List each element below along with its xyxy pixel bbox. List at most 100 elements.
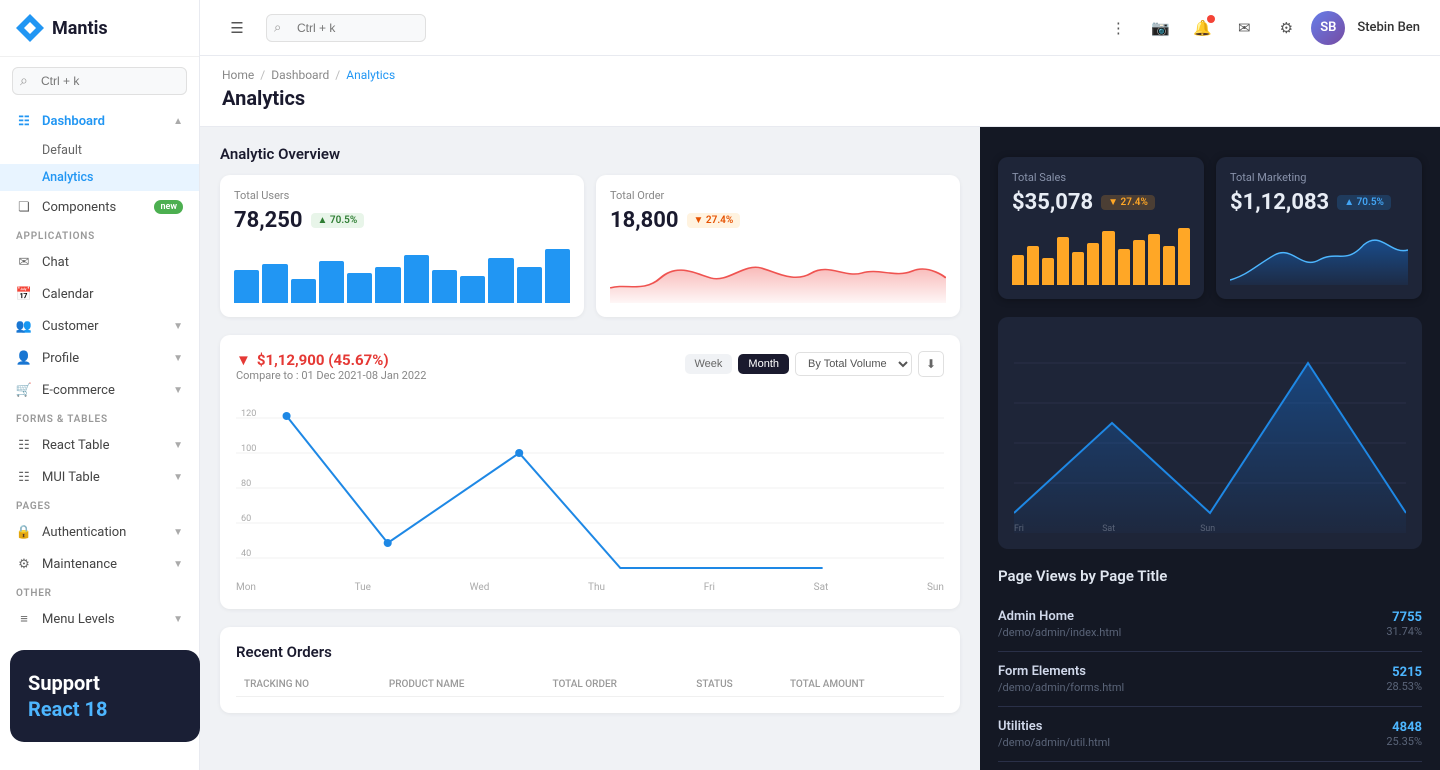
stat-cards-light: Total Users 78,250 ▲ 70.5% — [220, 175, 960, 317]
sidebar-item-customer-left: 👥 Customer — [16, 318, 99, 334]
x-label-wed: Wed — [470, 582, 490, 593]
auth-chevron: ▼ — [173, 527, 183, 538]
sidebar-search-wrap — [0, 57, 199, 105]
maintenance-icon: ⚙ — [16, 556, 32, 572]
sidebar-item-dashboard-left: ☷ Dashboard — [16, 113, 105, 129]
logo-icon — [16, 14, 44, 42]
profile-icon: 👤 — [16, 350, 32, 366]
pv-left-form-elements: Form Elements /demo/admin/forms.html — [998, 664, 1386, 694]
marketing-value: $1,12,083 — [1230, 190, 1329, 215]
bar6 — [375, 267, 400, 303]
mui-table-label: MUI Table — [42, 470, 100, 485]
panels-container: Analytic Overview Total Users 78,250 ▲ 7… — [200, 127, 1440, 770]
sidebar-sub-default[interactable]: Default — [0, 137, 199, 164]
stat-card-users: Total Users 78,250 ▲ 70.5% — [220, 175, 584, 317]
topbar-search-input[interactable] — [266, 14, 426, 42]
volume-select[interactable]: By Total Volume — [795, 352, 912, 376]
sidebar-sub-analytics[interactable]: Analytics — [0, 164, 199, 191]
sub-default-label: Default — [42, 143, 82, 158]
sidebar-item-chat-left: ✉ Chat — [16, 254, 69, 270]
react-table-icon: ☷ — [16, 437, 32, 453]
maintenance-chevron: ▼ — [173, 559, 183, 570]
user-avatar[interactable]: SB — [1311, 11, 1345, 45]
sidebar-item-maintenance[interactable]: ⚙ Maintenance ▼ — [0, 548, 199, 580]
sidebar-item-authentication[interactable]: 🔒 Authentication ▼ — [0, 516, 199, 548]
notification-badge — [1207, 15, 1215, 23]
col-total-amount: TOTAL AMOUNT — [782, 673, 944, 697]
sidebar-item-dashboard[interactable]: ☷ Dashboard ▲ — [0, 105, 199, 137]
svg-text:40: 40 — [241, 549, 251, 559]
sidebar-item-chat[interactable]: ✉ Chat — [0, 246, 199, 278]
income-value: ▼ $1,12,900 (45.67%) — [236, 351, 426, 369]
topbar: ☰ ⌕ ⋮ 📷 🔔 ✉ ⚙ SB Stebin Ben — [200, 0, 1440, 56]
orders-area-chart — [610, 243, 946, 303]
svg-text:120: 120 — [241, 409, 256, 419]
month-button[interactable]: Month — [738, 354, 789, 374]
svg-text:Fri: Fri — [1014, 524, 1024, 533]
main-content: ☰ ⌕ ⋮ 📷 🔔 ✉ ⚙ SB Stebin Ben Home / Dashb… — [200, 0, 1440, 770]
sidebar-item-components[interactable]: ❏ Components new — [0, 191, 199, 223]
sidebar-item-mui-table[interactable]: ☷ MUI Table ▼ — [0, 461, 199, 493]
sidebar-item-ecommerce[interactable]: 🛒 E-commerce ▼ — [0, 374, 199, 406]
sales-bar-chart — [1012, 225, 1190, 285]
profile-chevron: ▼ — [173, 353, 183, 364]
breadcrumb-home[interactable]: Home — [222, 68, 254, 82]
breadcrumb-current: Analytics — [346, 68, 395, 82]
sidebar: Mantis ☷ Dashboard ▲ Default Analytics ❏… — [0, 0, 200, 770]
sbar1 — [1012, 255, 1024, 285]
x-label-tue: Tue — [355, 582, 371, 593]
income-line-chart: 120 100 80 60 40 — [236, 398, 944, 578]
stat-users-badge: ▲ 70.5% — [311, 213, 365, 228]
stat-users-label: Total Users — [234, 189, 570, 202]
sidebar-item-customer[interactable]: 👥 Customer ▼ — [0, 310, 199, 342]
messages-button[interactable]: ✉ — [1227, 11, 1261, 45]
income-controls: Week Month By Total Volume ⬇ — [685, 351, 945, 377]
stat-orders-value-row: 18,800 ▼ 27.4% — [610, 208, 946, 233]
breadcrumb-dashboard[interactable]: Dashboard — [271, 68, 329, 82]
section-forms: Forms & Tables — [0, 406, 199, 429]
chat-label: Chat — [42, 255, 69, 270]
sbar12 — [1178, 228, 1190, 285]
svg-text:80: 80 — [241, 479, 251, 489]
stat-orders-label: Total Order — [610, 189, 946, 202]
menu-toggle-button[interactable]: ☰ — [220, 11, 254, 45]
col-status: STATUS — [688, 673, 782, 697]
pv-name-form-elements: Form Elements — [998, 664, 1386, 679]
income-arrow: ▼ — [236, 351, 251, 369]
bar3 — [291, 279, 316, 303]
page-views-title: Page Views by Page Title — [998, 567, 1422, 585]
dashboard-chevron: ▲ — [173, 116, 183, 127]
sidebar-item-menu-levels[interactable]: ≡ Menu Levels ▼ — [0, 603, 199, 635]
sidebar-item-react-table-left: ☷ React Table — [16, 437, 109, 453]
sidebar-search-input[interactable] — [12, 67, 187, 95]
stat-card-orders: Total Order 18,800 ▼ 27.4% — [596, 175, 960, 317]
bar8 — [432, 270, 457, 303]
sidebar-item-react-table[interactable]: ☷ React Table ▼ — [0, 429, 199, 461]
gear-button[interactable]: ⚙ — [1269, 11, 1303, 45]
maintenance-label: Maintenance — [42, 557, 117, 572]
svg-text:60: 60 — [241, 514, 251, 524]
sidebar-item-profile[interactable]: 👤 Profile ▼ — [0, 342, 199, 374]
sbar8 — [1118, 249, 1130, 285]
col-product: PRODUCT NAME — [381, 673, 545, 697]
ecommerce-chevron: ▼ — [173, 385, 183, 396]
customer-label: Customer — [42, 319, 99, 334]
components-badge: new — [154, 200, 183, 214]
section-applications: Applications — [0, 223, 199, 246]
calendar-label: Calendar — [42, 287, 94, 302]
sidebar-item-menu-levels-left: ≡ Menu Levels — [16, 611, 115, 627]
income-dark-chart: Fri Sat Sun — [1014, 333, 1406, 533]
week-button[interactable]: Week — [685, 354, 733, 374]
download-button[interactable]: ⬇ — [918, 351, 944, 377]
stat-orders-value: 18,800 — [610, 208, 679, 233]
ecommerce-label: E-commerce — [42, 383, 115, 398]
sidebar-item-calendar[interactable]: 📅 Calendar — [0, 278, 199, 310]
notifications-button[interactable]: 🔔 — [1185, 11, 1219, 45]
sub-analytics-label: Analytics — [42, 170, 94, 185]
sidebar-logo: Mantis — [0, 0, 199, 57]
topbar-left: ☰ ⌕ — [220, 11, 426, 45]
grid-icon-button[interactable]: ⋮ — [1101, 11, 1135, 45]
support-popup[interactable]: Support React 18 — [10, 650, 200, 742]
x-label-mon: Mon — [236, 582, 256, 593]
settings-icon-button[interactable]: 📷 — [1143, 11, 1177, 45]
